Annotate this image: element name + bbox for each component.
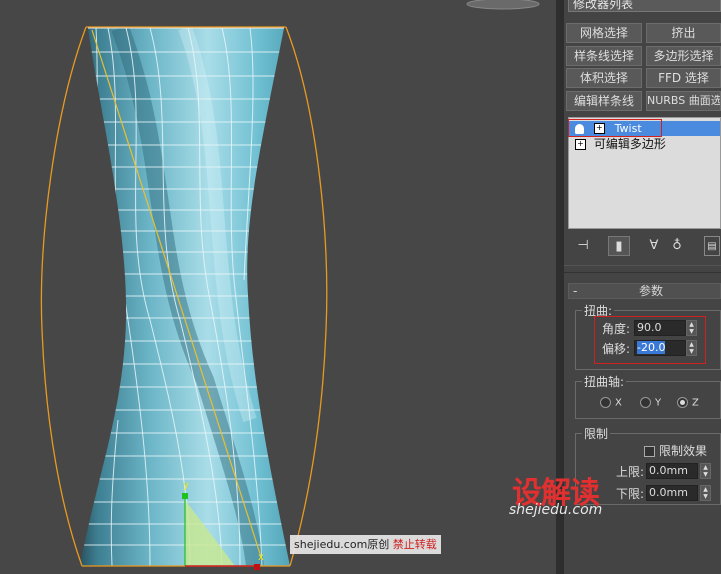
upper-limit-label: 上限: [616, 465, 645, 479]
divider [564, 265, 721, 266]
axis-x-radio[interactable]: X [600, 397, 622, 409]
remove-modifier-icon[interactable]: ♁ [670, 236, 684, 256]
parameters-rollout-header[interactable]: - 参数 [568, 283, 721, 299]
divider [564, 272, 721, 273]
extrude-button[interactable]: 挤出 [646, 23, 721, 43]
mesh-select-button[interactable]: 网格选择 [566, 23, 642, 43]
modifier-list-dropdown[interactable]: 修改器列表 [568, 0, 721, 12]
viewport-scene: y x [40, 0, 540, 570]
nurbs-surface-select-button[interactable]: NURBS 曲面选 [646, 91, 721, 111]
3d-viewport[interactable]: y x [0, 0, 556, 574]
configure-sets-icon[interactable]: ▤ [704, 236, 720, 256]
upper-limit-spinner[interactable]: ▲ ▼ [700, 463, 711, 479]
limit-effect-checkbox[interactable]: 限制效果 [644, 442, 707, 459]
show-end-result-icon[interactable]: ▮ [608, 236, 630, 256]
gizmo-y-label: y [183, 480, 189, 491]
upper-limit-input[interactable]: 0.0mm [646, 463, 698, 479]
twist-axis-title: 扭曲轴: [582, 373, 627, 390]
poly-select-button[interactable]: 多边形选择 [646, 46, 721, 66]
watermark-site: shejiedu.com [509, 502, 603, 518]
axis-y-radio[interactable]: Y [640, 397, 661, 409]
lower-limit-label: 下限: [616, 487, 645, 501]
stack-item-label: 可编辑多边形 [593, 137, 666, 151]
stack-item-editable-poly[interactable]: + 可编辑多边形 [569, 137, 720, 152]
highlight-params [594, 316, 706, 364]
lower-limit-spinner[interactable]: ▲ ▼ [700, 485, 711, 501]
gizmo-x-label: x [258, 552, 264, 563]
spline-select-button[interactable]: 样条线选择 [566, 46, 642, 66]
expand-plus-icon[interactable]: + [575, 139, 586, 150]
collapse-toggle[interactable]: - [573, 284, 577, 298]
edit-spline-button[interactable]: 编辑样条线 [566, 91, 642, 111]
limits-group-title: 限制 [582, 425, 611, 442]
ffd-select-button[interactable]: FFD 选择 [646, 68, 721, 88]
pin-stack-icon[interactable]: ⊣ [574, 236, 592, 256]
camera-stub [466, 0, 540, 10]
vol-select-button[interactable]: 体积选择 [566, 68, 642, 88]
rollout-title: 参数 [639, 284, 664, 298]
watermark-notice: shejiedu.com原创 禁止转载 [290, 535, 441, 554]
axis-z-radio[interactable]: Z [677, 397, 699, 409]
make-unique-icon[interactable]: ∀ [646, 236, 662, 256]
highlight-twist [568, 119, 662, 137]
lower-limit-input[interactable]: 0.0mm [646, 485, 698, 501]
